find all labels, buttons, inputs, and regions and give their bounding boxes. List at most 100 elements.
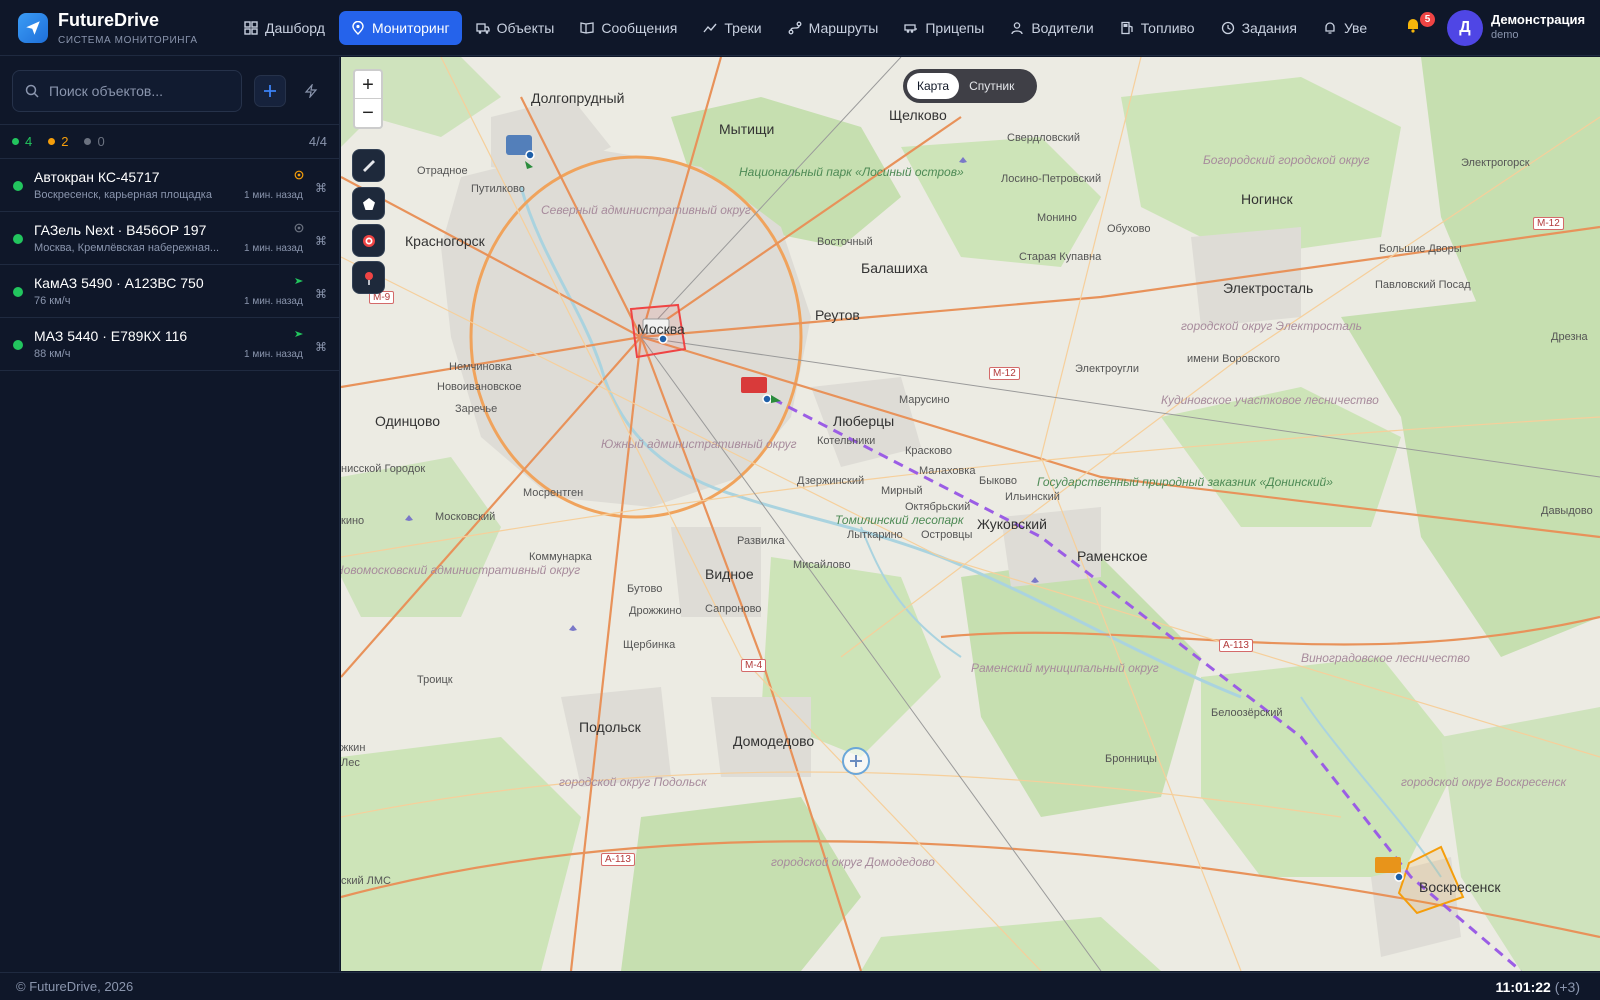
nav-label: Задания bbox=[1241, 19, 1297, 36]
search-box[interactable] bbox=[12, 69, 243, 112]
layer-map-button[interactable]: Карта bbox=[907, 73, 960, 99]
route-icon bbox=[788, 21, 802, 34]
online-count: 4 bbox=[25, 134, 33, 149]
map-area-label: Раменский муниципальный округ bbox=[971, 661, 1159, 675]
shown-count: 4/4 bbox=[308, 134, 327, 149]
nav-fuel[interactable]: Топливо bbox=[1108, 11, 1207, 45]
nav-label: Объекты bbox=[496, 19, 555, 36]
brand[interactable]: FutureDrive СИСТЕМА МОНИТОРИНГА bbox=[0, 10, 232, 46]
map-area-label: городской округ Воскресенск bbox=[1401, 775, 1567, 789]
map-view[interactable]: Долгопрудный Мытищи Щелково Свердловский… bbox=[341, 57, 1600, 971]
road-shield: М-12 bbox=[989, 367, 1020, 380]
vehicle-name: МАЗ 5440 · Е789КХ 116 bbox=[34, 328, 188, 344]
map-label: Красногорск bbox=[405, 233, 485, 249]
map-area-label: Новомосковский административный округ bbox=[341, 563, 580, 577]
nav-routes[interactable]: Маршруты bbox=[776, 11, 891, 45]
polygon-tool-button[interactable] bbox=[352, 187, 385, 220]
ruler-tool-button[interactable] bbox=[352, 149, 385, 182]
map-label: Москва bbox=[637, 321, 685, 337]
layer-satellite-button[interactable]: Спутник bbox=[959, 73, 1024, 99]
nav-notifications[interactable]: Уве bbox=[1311, 11, 1379, 45]
map-label: Островцы bbox=[921, 529, 973, 541]
pin-icon bbox=[364, 271, 373, 285]
command-icon[interactable]: ⌘ bbox=[315, 181, 327, 195]
map-label: Троицк bbox=[417, 674, 453, 686]
map-label: Новоивановское bbox=[437, 381, 522, 393]
search-input[interactable] bbox=[49, 82, 229, 99]
trailer-icon bbox=[904, 23, 918, 33]
map-label: Отрадное bbox=[417, 165, 468, 177]
road-shield: М-4 bbox=[741, 659, 767, 672]
nav-label: Водители bbox=[1031, 19, 1094, 36]
vehicle-speed: 76 км/ч bbox=[34, 295, 71, 307]
offline-count: 0 bbox=[97, 134, 105, 149]
user-avatar[interactable]: Д bbox=[1447, 10, 1483, 46]
zoom-control: + − bbox=[353, 69, 383, 129]
map-label: Обухово bbox=[1107, 223, 1151, 235]
map-label: Дзержинский bbox=[797, 475, 865, 487]
map-label: Коммунарка bbox=[529, 551, 592, 563]
nav-messages[interactable]: Сообщения bbox=[568, 11, 689, 45]
map-label: Ильинский bbox=[1005, 491, 1060, 503]
stopped-icon bbox=[294, 223, 304, 236]
zoom-out-button[interactable]: − bbox=[355, 99, 381, 127]
map-label: Дрожжино bbox=[629, 605, 682, 617]
vehicle-last-update: 1 мин. назад bbox=[244, 296, 303, 307]
map-label: Подольск bbox=[579, 719, 641, 735]
map-label: Долгопрудный bbox=[531, 90, 625, 106]
pin-tool-button[interactable] bbox=[352, 261, 385, 294]
command-icon[interactable]: ⌘ bbox=[315, 287, 327, 301]
vehicle-name: Автокран КС-45717 bbox=[34, 169, 160, 185]
clock-time: 11:01:22 bbox=[1495, 978, 1551, 995]
stat-offline[interactable]: 0 bbox=[84, 134, 105, 149]
map-label: Сапроново bbox=[705, 603, 762, 615]
nav-label: Дашборд bbox=[265, 19, 325, 36]
map-label: Щербинка bbox=[623, 639, 676, 651]
messages-icon bbox=[580, 21, 594, 34]
map-label: Свердловский bbox=[1007, 132, 1081, 144]
map-label: ский ЛМС bbox=[341, 875, 391, 887]
stat-online[interactable]: 4 bbox=[12, 134, 32, 149]
vehicle-last-update: 1 мин. назад bbox=[244, 243, 303, 254]
nav-label: Прицепы bbox=[925, 19, 985, 36]
nav-tasks[interactable]: Задания bbox=[1209, 11, 1309, 45]
footer: © FutureDrive, 2026 11:01:22 (+3) bbox=[0, 972, 1600, 1000]
command-icon[interactable]: ⌘ bbox=[315, 340, 327, 354]
map-label: Раменское bbox=[1077, 548, 1148, 564]
add-object-button[interactable] bbox=[254, 74, 286, 107]
search-icon bbox=[25, 84, 39, 98]
map-layer-toggle: Карта Спутник bbox=[903, 69, 1037, 103]
command-icon[interactable]: ⌘ bbox=[315, 234, 327, 248]
map-area-label: Кудиновское участковое лесничество bbox=[1161, 393, 1379, 407]
target-icon bbox=[362, 234, 375, 247]
vehicle-item[interactable]: Автокран КС-45717 Воскресенск, карьерная… bbox=[0, 159, 339, 212]
map-label: Лес bbox=[341, 757, 360, 769]
user-info[interactable]: Демонстрация demo bbox=[1491, 12, 1585, 41]
nav-dashboard[interactable]: Дашборд bbox=[232, 11, 337, 45]
stat-warning[interactable]: 2 bbox=[48, 134, 68, 149]
clock: 11:01:22 (+3) bbox=[1496, 979, 1580, 995]
map-label: Люберцы bbox=[833, 413, 895, 429]
vehicle-item[interactable]: ГАЗель Next · В456ОР 197 Москва, Кремлёв… bbox=[0, 212, 339, 265]
map-label: Балашиха bbox=[861, 260, 928, 276]
map-label: Немчиновка bbox=[449, 361, 512, 373]
nav-trailers[interactable]: Прицепы bbox=[892, 11, 996, 45]
nav-monitoring[interactable]: Мониторинг bbox=[338, 10, 462, 45]
map-label: Октябрьский bbox=[905, 501, 971, 513]
vehicle-speed: 88 км/ч bbox=[34, 348, 71, 360]
road-shield: А-113 bbox=[601, 853, 635, 866]
truck-icon bbox=[475, 22, 490, 34]
vehicle-item[interactable]: КамАЗ 5490 · А123ВС 750 76 км/ч 1 мин. н… bbox=[0, 265, 339, 318]
zoom-in-button[interactable]: + bbox=[355, 71, 381, 99]
target-tool-button[interactable] bbox=[352, 224, 385, 257]
nav-drivers[interactable]: Водители bbox=[998, 11, 1105, 45]
vehicle-item[interactable]: МАЗ 5440 · Е789КХ 116 88 км/ч 1 мин. наз… bbox=[0, 318, 339, 371]
offline-dot-icon bbox=[84, 138, 92, 145]
nav-objects[interactable]: Объекты bbox=[464, 11, 567, 45]
map-label: Марусино bbox=[899, 394, 950, 406]
quick-action-button[interactable] bbox=[296, 75, 327, 107]
nav-tracks[interactable]: Треки bbox=[691, 11, 773, 45]
map-park-label: Государственный природный заказник «Дони… bbox=[1037, 475, 1333, 489]
map-label: Малаховка bbox=[919, 465, 976, 477]
map-label: Видное bbox=[705, 566, 754, 582]
